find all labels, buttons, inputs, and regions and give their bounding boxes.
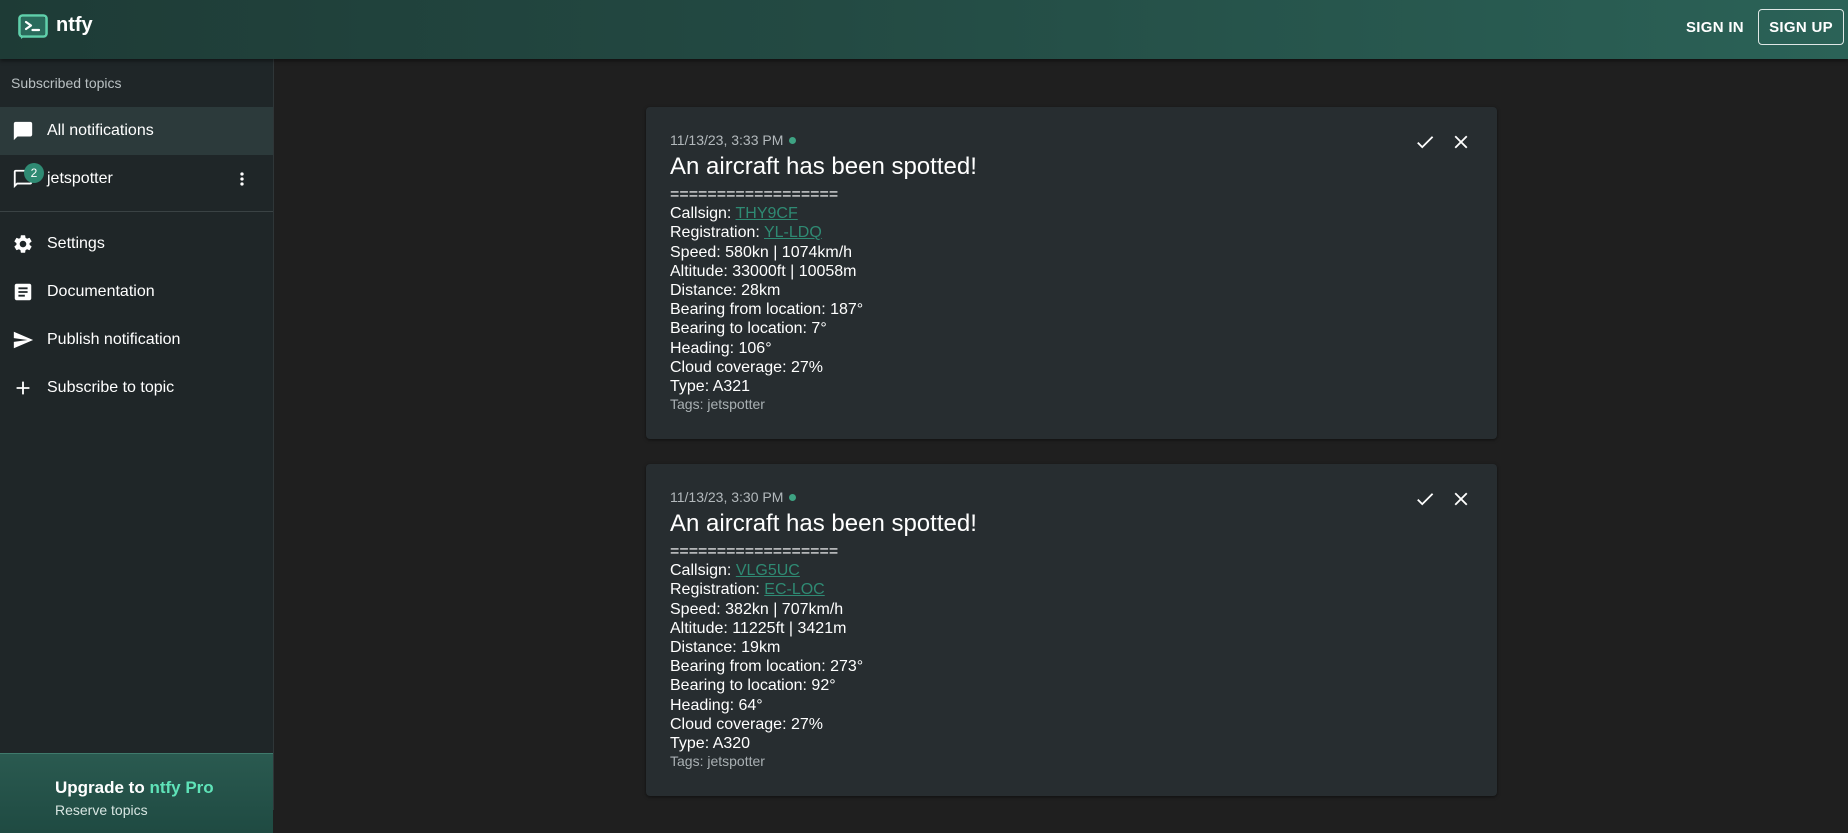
- unread-dot-icon: [789, 493, 797, 501]
- article-icon: [11, 280, 35, 304]
- sidebar-heading: Subscribed topics: [11, 75, 122, 91]
- message-heading: Heading: 64°: [670, 696, 763, 714]
- message-heading: Heading: 106°: [670, 339, 772, 357]
- sidebar-item-label: Publish notification: [47, 331, 181, 348]
- notification-date: 11/13/23, 3:30 PM: [670, 489, 797, 505]
- sidebar-divider: [0, 211, 273, 212]
- app-bar: ntfy SIGN IN SIGN UP: [0, 0, 1848, 59]
- message-type: Type: A320: [670, 734, 751, 752]
- notification-date-text: 11/13/23, 3:33 PM: [670, 132, 784, 148]
- sidebar-item-publish-notification[interactable]: Publish notification: [0, 316, 273, 364]
- upgrade-title: Upgrade to ntfy Pro: [55, 778, 214, 798]
- message-distance: Distance: 28km: [670, 281, 781, 299]
- message-cloud-coverage: Cloud coverage: 27%: [670, 358, 823, 376]
- message-registration: Registration: YL-LDQ: [670, 223, 863, 242]
- registration-link[interactable]: YL-LDQ: [764, 224, 822, 241]
- registration-link[interactable]: EC-LOC: [764, 581, 824, 598]
- notification-date: 11/13/23, 3:33 PM: [670, 132, 797, 148]
- sidebar-item-settings[interactable]: Settings: [0, 220, 273, 268]
- message-callsign: Callsign: THY9CF: [670, 204, 863, 223]
- message-registration: Registration: EC-LOC: [670, 580, 863, 599]
- sidebar-item-jetspotter[interactable]: 2 jetspotter: [0, 155, 273, 203]
- notification-title: An aircraft has been spotted!: [670, 153, 977, 180]
- message-cloud-coverage: Cloud coverage: 27%: [670, 715, 823, 733]
- close-icon[interactable]: [1448, 129, 1474, 155]
- close-icon[interactable]: [1448, 486, 1474, 512]
- mark-read-check-icon[interactable]: [1412, 486, 1438, 512]
- message-bearing-from: Bearing from location: 273°: [670, 658, 864, 676]
- sign-in-button[interactable]: SIGN IN: [1676, 9, 1754, 45]
- callsign-label: Callsign:: [670, 562, 736, 580]
- registration-label: Registration:: [670, 581, 765, 599]
- notification-card: 11/13/23, 3:30 PM An aircraft has been s…: [646, 464, 1497, 796]
- send-icon: [11, 328, 35, 352]
- upgrade-banner[interactable]: Upgrade to ntfy Pro Reserve topics: [0, 753, 273, 833]
- notification-message: ================== Callsign: THY9CF Regi…: [670, 185, 863, 396]
- message-altitude: Altitude: 33000ft | 10058m: [670, 262, 857, 280]
- sign-up-button[interactable]: SIGN UP: [1758, 9, 1844, 45]
- message-speed: Speed: 580kn | 1074km/h: [670, 243, 853, 261]
- ntfy-logo-icon: [18, 14, 48, 39]
- sidebar-item-label: jetspotter: [47, 170, 113, 187]
- plus-icon: [11, 376, 35, 400]
- notification-card: 11/13/23, 3:33 PM An aircraft has been s…: [646, 107, 1497, 439]
- message-separator: ==================: [670, 186, 839, 203]
- notification-tags: Tags: jetspotter: [670, 753, 765, 769]
- notification-tags: Tags: jetspotter: [670, 396, 765, 412]
- upgrade-product: ntfy Pro: [149, 778, 214, 797]
- sidebar-item-all-notifications[interactable]: All notifications: [0, 107, 273, 155]
- message-altitude: Altitude: 11225ft | 3421m: [670, 619, 847, 637]
- message-speed: Speed: 382kn | 707km/h: [670, 600, 844, 618]
- sidebar: Subscribed topics All notifications 2 je…: [0, 59, 274, 833]
- message-distance: Distance: 19km: [670, 638, 781, 656]
- sidebar-item-label: Subscribe to topic: [47, 379, 175, 396]
- registration-label: Registration:: [670, 224, 764, 242]
- message-type: Type: A321: [670, 377, 751, 395]
- gear-icon: [11, 232, 35, 256]
- message-bearing-from: Bearing from location: 187°: [670, 301, 864, 319]
- message-bearing-to: Bearing to location: 7°: [670, 320, 827, 338]
- notification-message: ================== Callsign: VLG5UC Regi…: [670, 542, 863, 753]
- upgrade-prefix: Upgrade to: [55, 778, 150, 797]
- callsign-link[interactable]: THY9CF: [736, 205, 798, 222]
- callsign-label: Callsign:: [670, 205, 736, 223]
- notification-title: An aircraft has been spotted!: [670, 510, 977, 537]
- sidebar-item-label: Documentation: [47, 283, 155, 300]
- message-bearing-to: Bearing to location: 92°: [670, 677, 836, 695]
- message-separator: ==================: [670, 543, 839, 560]
- mark-read-check-icon[interactable]: [1412, 129, 1438, 155]
- callsign-link[interactable]: VLG5UC: [736, 562, 800, 579]
- unread-count-badge: 2: [24, 163, 44, 183]
- message-callsign: Callsign: VLG5UC: [670, 561, 863, 580]
- unread-dot-icon: [789, 136, 797, 144]
- sidebar-item-subscribe-to-topic[interactable]: Subscribe to topic: [0, 364, 273, 412]
- upgrade-subtitle: Reserve topics: [55, 802, 148, 818]
- sidebar-item-documentation[interactable]: Documentation: [0, 268, 273, 316]
- app-title: ntfy: [56, 14, 93, 36]
- sidebar-item-label: Settings: [47, 235, 105, 252]
- notification-date-text: 11/13/23, 3:30 PM: [670, 489, 784, 505]
- sidebar-item-label: All notifications: [47, 122, 154, 139]
- more-vert-icon[interactable]: [230, 167, 254, 191]
- chat-bubble-icon: [11, 119, 35, 143]
